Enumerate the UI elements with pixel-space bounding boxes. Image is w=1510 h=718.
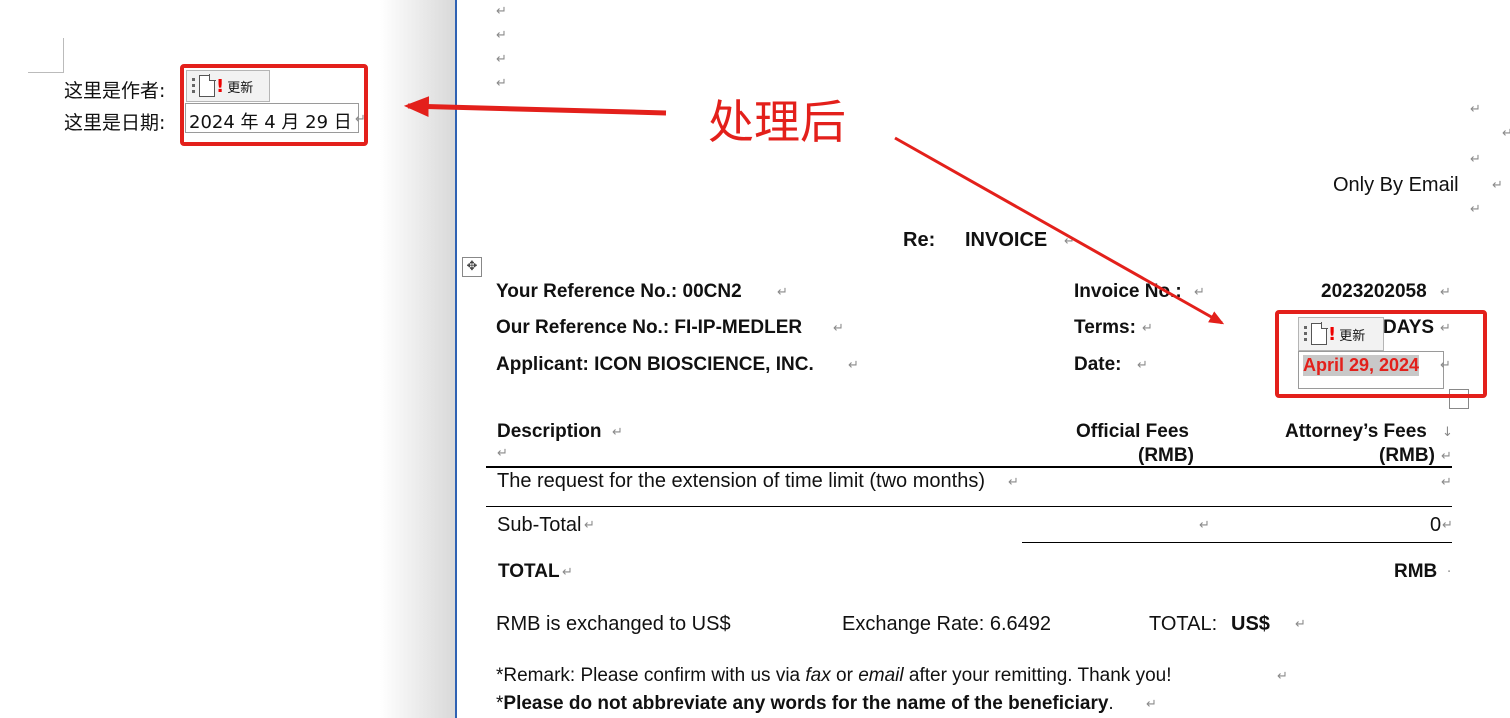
total-label: TOTAL <box>498 561 560 582</box>
paragraph-mark: ↵ <box>496 4 507 19</box>
paragraph-mark: ↵ <box>1142 321 1153 336</box>
paragraph-mark: ↵ <box>1146 697 1157 712</box>
applicant: Applicant: ICON BIOSCIENCE, INC. <box>496 354 814 375</box>
your-reference: Your Reference No.: 00CN2 <box>496 281 742 302</box>
paragraph-mark: ↵ <box>1064 234 1075 249</box>
exchange-text: RMB is exchanged to US$ <box>496 613 731 635</box>
remark-fax: fax <box>805 665 831 686</box>
paragraph-mark: ↵ <box>1277 669 1288 684</box>
remark-or: or <box>830 665 859 686</box>
left-document-pane: 这里是作者: 这里是日期: ! 更新 2024 年 4 月 29 日 ↵ <box>0 0 455 718</box>
remark-email: email <box>858 665 904 686</box>
paragraph-mark: ↵ <box>1502 126 1510 141</box>
paragraph-mark: ↵ <box>612 425 623 440</box>
column-description: Description <box>497 421 602 442</box>
paragraph-mark: ↵ <box>1442 518 1453 533</box>
subtotal-attorney-value: 0 <box>1430 514 1442 536</box>
paragraph-mark: ↵ <box>1441 475 1452 490</box>
column-official-fees: Official Fees <box>1076 421 1189 442</box>
paragraph-mark: ↵ <box>1137 358 1148 373</box>
paragraph-mark: ↵ <box>1199 518 1210 533</box>
paragraph-mark: ↵ <box>1008 475 1019 490</box>
author-label: 这里是作者: <box>64 80 166 102</box>
paragraph-mark: ↵ <box>496 76 507 91</box>
date-label: 这里是日期: <box>64 112 166 134</box>
re-label: Re: <box>903 229 936 251</box>
table-rule-subtotal <box>486 506 1452 507</box>
highlight-box-left <box>180 64 368 146</box>
pane-shadow <box>380 0 455 718</box>
column-attorney-fees: Attorney’s Fees <box>1285 421 1427 442</box>
remark-line: *Remark: Please confirm with us via fax … <box>496 665 1172 687</box>
paragraph-mark: ↵ <box>584 518 595 533</box>
note-text: Please do not abbreviate any words for t… <box>503 693 1109 714</box>
cell-end-mark: · <box>1447 565 1452 580</box>
beneficiary-note: *Please do not abbreviate any words for … <box>496 693 1114 715</box>
invoice-number-label: Invoice No.: <box>1074 281 1182 302</box>
total-usd-label: TOTAL: <box>1149 613 1218 635</box>
terms-label: Terms: <box>1074 317 1136 338</box>
cell-end-mark: ↓ <box>1442 425 1453 440</box>
column-attorney-unit: (RMB) <box>1379 445 1435 466</box>
table-rule-top <box>486 466 1452 468</box>
remark-prefix: *Remark: Please confirm with us via <box>496 665 806 686</box>
invoice-title: INVOICE <box>965 229 1048 251</box>
remark-suffix: after your remitting. Thank you! <box>903 665 1172 686</box>
highlight-box-right <box>1275 310 1487 398</box>
annotation-label: 处理后 <box>708 95 846 149</box>
date-label: Date: <box>1074 354 1122 375</box>
our-reference: Our Reference No.: FI-IP-MEDLER <box>496 317 803 338</box>
paragraph-mark: ↵ <box>833 321 844 336</box>
paragraph-mark: ↵ <box>1470 102 1481 117</box>
paragraph-mark: ↵ <box>1441 449 1452 464</box>
paragraph-mark: ↵ <box>1194 285 1205 300</box>
line-item-description: The request for the extension of time li… <box>497 470 985 492</box>
paragraph-mark: ↵ <box>848 358 859 373</box>
invoice-number-value: 2023202058 <box>1321 281 1427 302</box>
paragraph-mark: ↵ <box>1470 202 1481 217</box>
total-usd-currency: US$ <box>1231 613 1270 635</box>
paragraph-mark: ↵ <box>1470 152 1481 167</box>
page-corner-mark <box>28 38 64 73</box>
paragraph-mark: ↵ <box>496 52 507 67</box>
total-currency: RMB <box>1394 561 1438 582</box>
subtotal-label: Sub-Total <box>497 514 582 536</box>
table-rule-fees <box>1022 542 1452 543</box>
paragraph-mark: ↵ <box>1295 617 1306 632</box>
delivery-method: Only By Email <box>1333 174 1459 196</box>
table-move-handle-icon[interactable]: ✥ <box>462 257 482 277</box>
paragraph-mark: ↵ <box>1492 178 1503 193</box>
right-document-pane: ↵ ↵ ↵ ↵ ↵ ↵ ↵ Only By Email ↵ ↵ Re: INVO… <box>457 0 1510 718</box>
paragraph-mark: ↵ <box>562 565 573 580</box>
exchange-rate: Exchange Rate: 6.6492 <box>842 613 1052 635</box>
paragraph-mark: ↵ <box>777 285 788 300</box>
column-official-unit: (RMB) <box>1138 445 1194 466</box>
paragraph-mark: ↵ <box>497 446 508 461</box>
note-period: . <box>1108 693 1114 714</box>
paragraph-mark: ↵ <box>1440 285 1451 300</box>
paragraph-mark: ↵ <box>496 28 507 43</box>
